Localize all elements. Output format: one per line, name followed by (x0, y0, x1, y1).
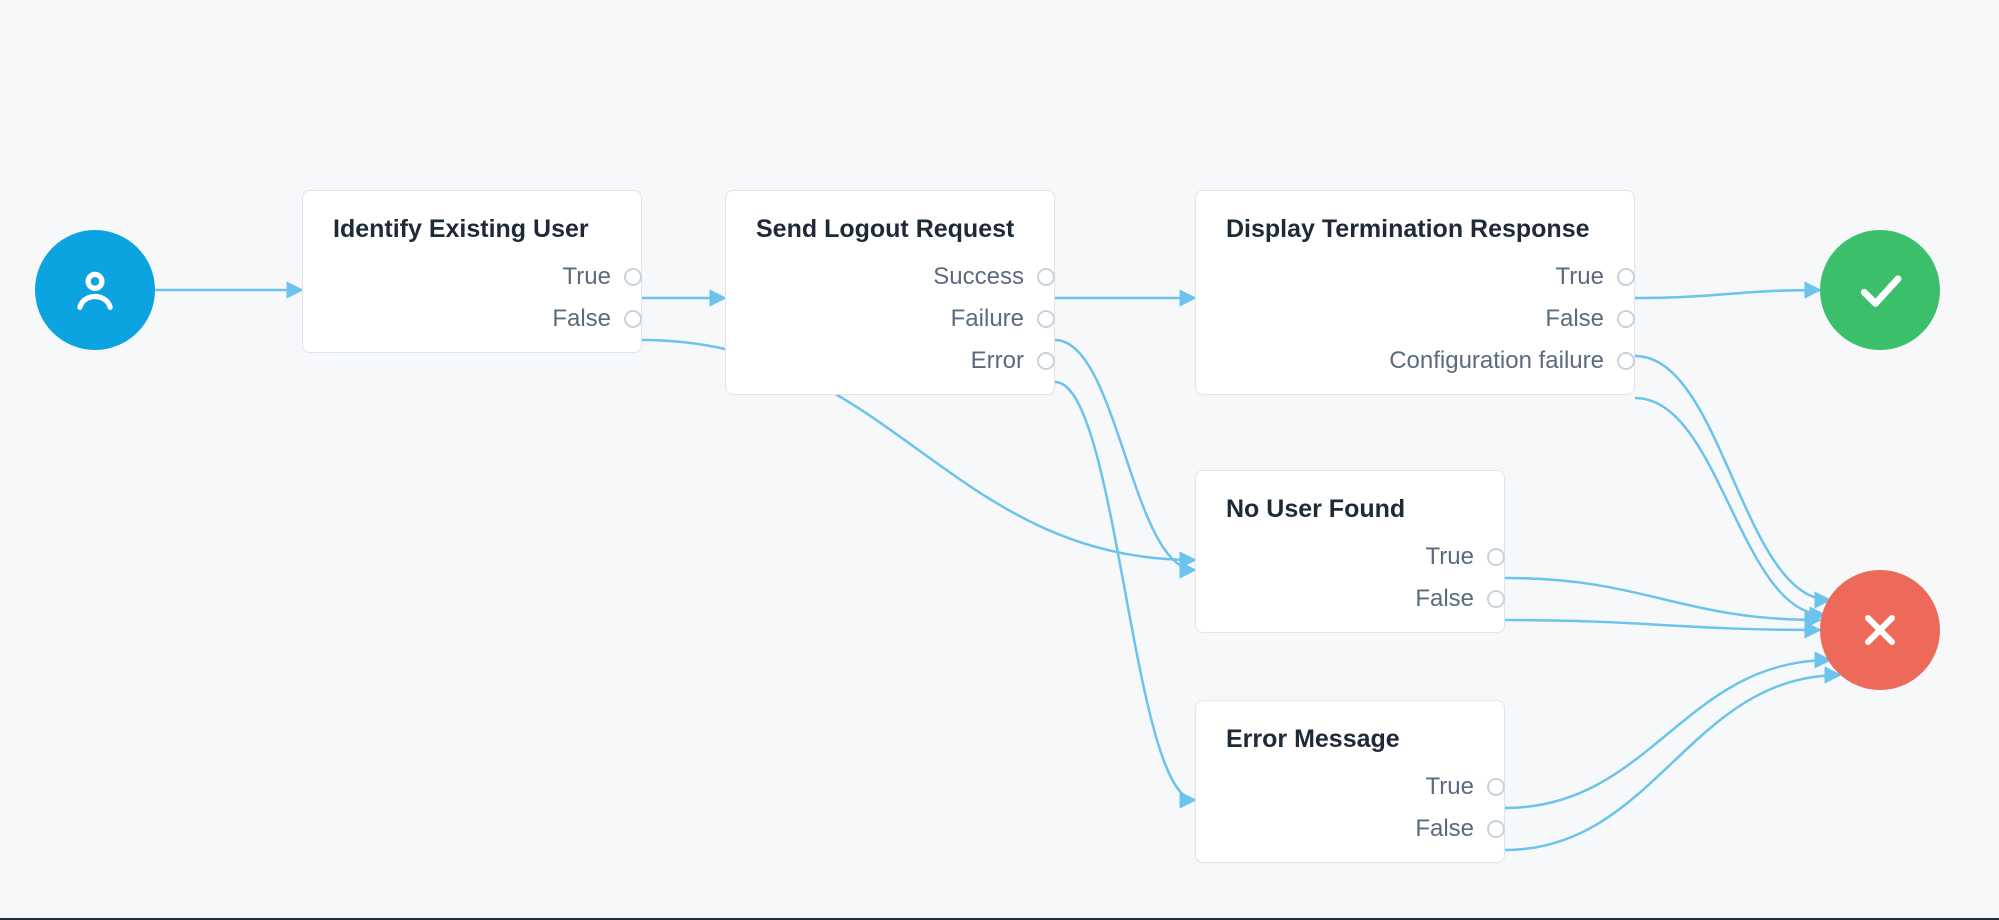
start-node[interactable] (35, 230, 155, 350)
output-port[interactable] (1617, 352, 1635, 370)
output-row[interactable]: False (1415, 584, 1474, 614)
edge (1055, 382, 1195, 800)
output-label: Success (933, 263, 1024, 291)
check-icon (1853, 263, 1907, 317)
output-port[interactable] (1037, 310, 1055, 328)
output-row[interactable]: True (1426, 772, 1474, 802)
node-send-logout-request[interactable]: Send Logout Request Success Failure Erro… (725, 190, 1055, 395)
output-label: False (552, 305, 611, 333)
edges-layer (0, 0, 1999, 920)
node-error-message[interactable]: Error Message True False (1195, 700, 1505, 863)
output-port[interactable] (1617, 268, 1635, 286)
success-node[interactable] (1820, 230, 1940, 350)
node-title: Send Logout Request (756, 215, 1024, 244)
edge (1635, 398, 1825, 615)
output-row[interactable]: Configuration failure (1389, 346, 1604, 376)
output-label: True (1426, 543, 1474, 571)
output-row[interactable]: Success (933, 262, 1024, 292)
output-port[interactable] (1487, 548, 1505, 566)
output-row[interactable]: True (1556, 262, 1604, 292)
edge (1505, 660, 1830, 808)
output-row[interactable]: Failure (951, 304, 1024, 334)
person-icon (69, 264, 121, 316)
node-title: No User Found (1226, 495, 1474, 524)
error-node[interactable] (1820, 570, 1940, 690)
output-port[interactable] (624, 268, 642, 286)
node-display-termination-response[interactable]: Display Termination Response True False … (1195, 190, 1635, 395)
output-label: True (1556, 263, 1604, 291)
output-label: True (1426, 773, 1474, 801)
output-label: False (1545, 305, 1604, 333)
output-row[interactable]: False (1545, 304, 1604, 334)
node-title: Error Message (1226, 725, 1474, 754)
edge (1635, 356, 1830, 600)
node-no-user-found[interactable]: No User Found True False (1195, 470, 1505, 633)
output-label: True (563, 263, 611, 291)
output-label: False (1415, 815, 1474, 843)
node-title: Identify Existing User (333, 215, 611, 244)
output-label: Failure (951, 305, 1024, 333)
edge (1505, 675, 1840, 850)
output-label: Error (971, 347, 1024, 375)
flow-canvas[interactable]: Identify Existing User True False Send L… (0, 0, 1999, 920)
node-identify-existing-user[interactable]: Identify Existing User True False (302, 190, 642, 353)
edge (1635, 290, 1820, 298)
output-label: False (1415, 585, 1474, 613)
output-row[interactable]: True (563, 262, 611, 292)
output-port[interactable] (1037, 268, 1055, 286)
output-row[interactable]: False (552, 304, 611, 334)
output-label: Configuration failure (1389, 347, 1604, 375)
output-port[interactable] (1487, 778, 1505, 796)
x-icon (1856, 606, 1904, 654)
node-title: Display Termination Response (1226, 215, 1604, 244)
output-port[interactable] (1037, 352, 1055, 370)
output-row[interactable]: Error (971, 346, 1024, 376)
output-row[interactable]: False (1415, 814, 1474, 844)
output-row[interactable]: True (1426, 542, 1474, 572)
output-port[interactable] (624, 310, 642, 328)
edge (1505, 578, 1820, 620)
output-port[interactable] (1617, 310, 1635, 328)
edge (1055, 340, 1195, 570)
output-port[interactable] (1487, 590, 1505, 608)
output-port[interactable] (1487, 820, 1505, 838)
edge (1505, 620, 1820, 630)
